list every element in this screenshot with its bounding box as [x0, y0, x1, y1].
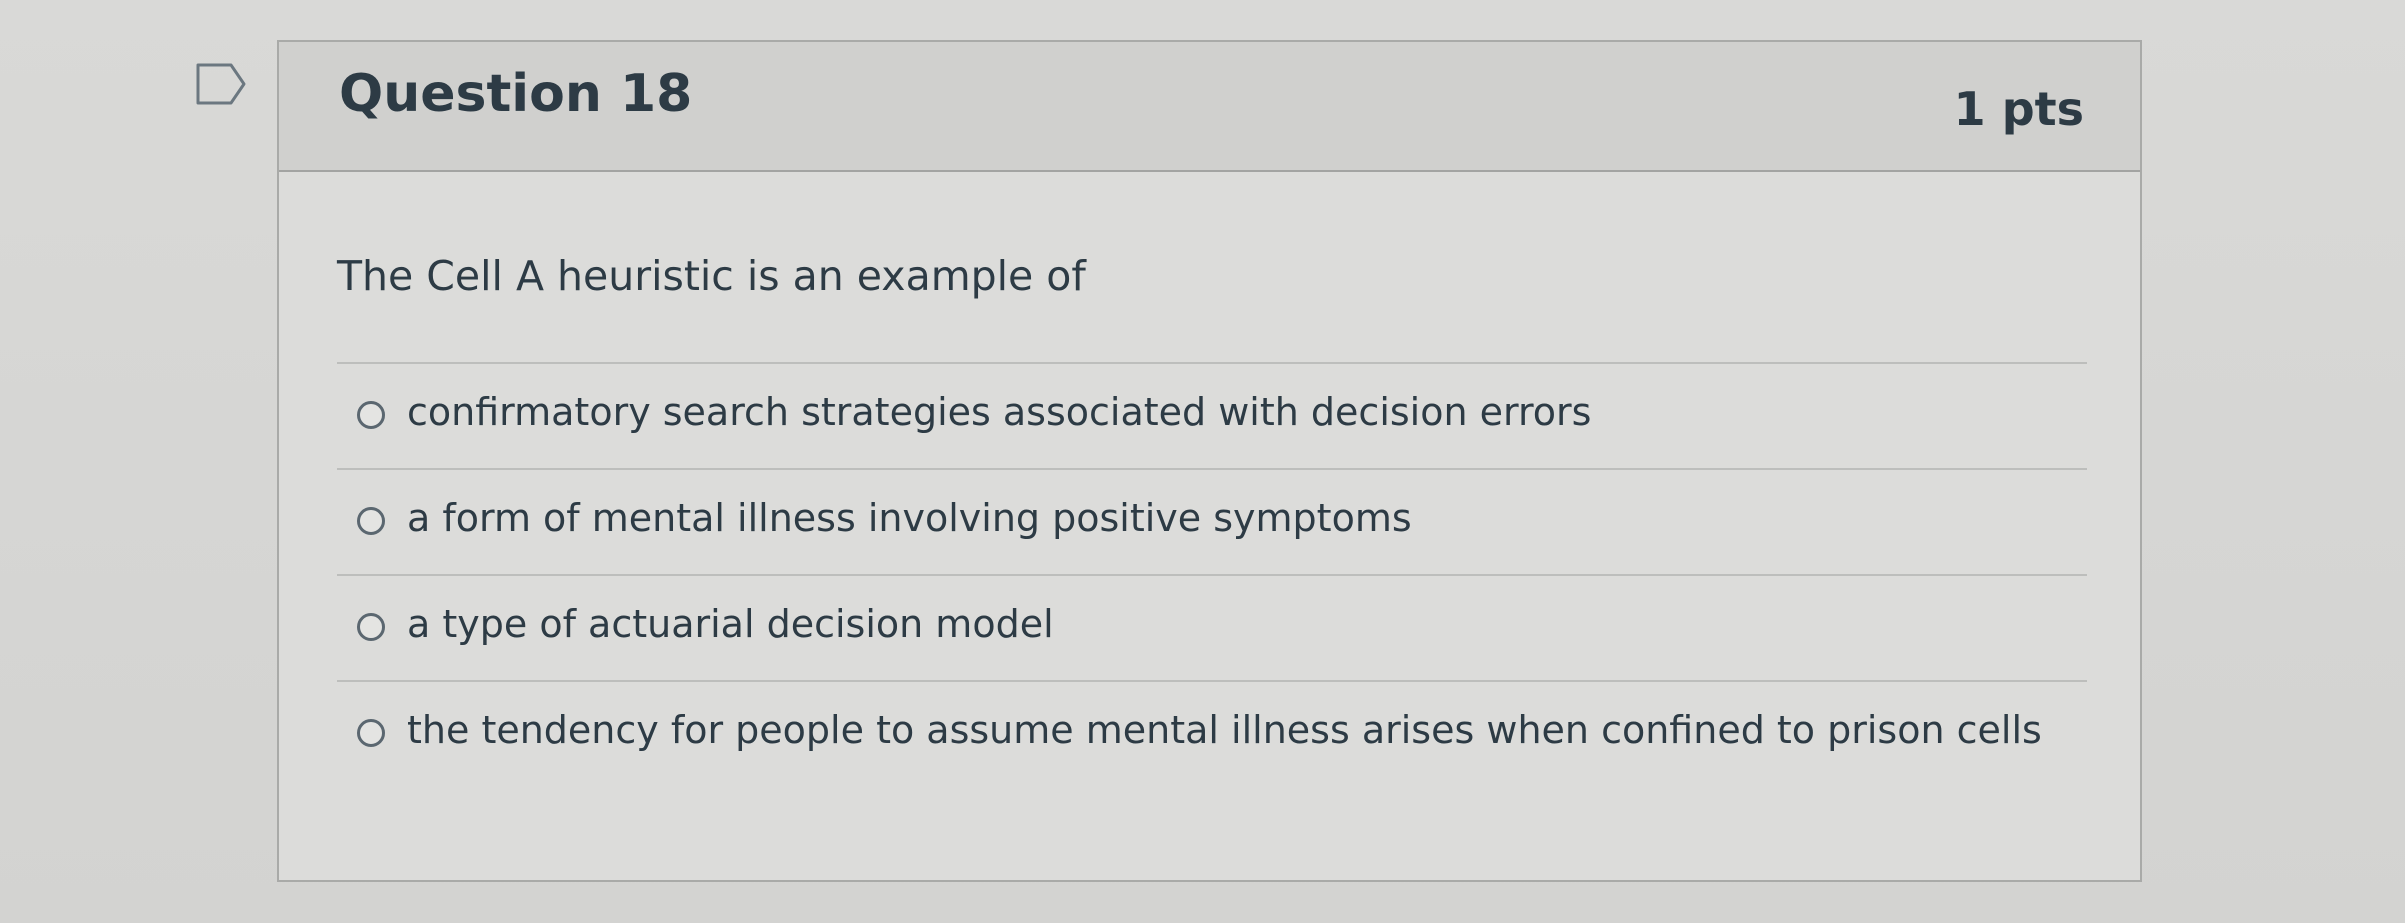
answer-label[interactable]: a form of mental illness involving posit… — [407, 496, 1412, 540]
answer-label[interactable]: the tendency for people to assume mental… — [407, 708, 2042, 752]
question-title: Question 18 — [339, 64, 693, 124]
answer-option[interactable]: a form of mental illness involving posit… — [337, 470, 2087, 576]
flag-question-icon[interactable] — [195, 62, 247, 106]
answer-label[interactable]: a type of actuarial decision model — [407, 602, 1054, 646]
radio-button[interactable] — [357, 719, 385, 747]
answer-list: confirmatory search strategies associate… — [337, 362, 2087, 788]
answer-option[interactable]: a type of actuarial decision model — [337, 576, 2087, 682]
quiz-page: Question 18 1 pts The Cell A heuristic i… — [0, 0, 2405, 923]
answer-option[interactable]: the tendency for people to assume mental… — [337, 682, 2087, 788]
question-text: The Cell A heuristic is an example of — [337, 252, 1086, 300]
radio-button[interactable] — [357, 613, 385, 641]
radio-button[interactable] — [357, 507, 385, 535]
question-points: 1 pts — [1953, 82, 2084, 136]
radio-button[interactable] — [357, 401, 385, 429]
question-header: Question 18 1 pts — [279, 42, 2140, 172]
question-card: Question 18 1 pts The Cell A heuristic i… — [277, 40, 2142, 882]
answer-label[interactable]: confirmatory search strategies associate… — [407, 390, 1591, 434]
answer-option[interactable]: confirmatory search strategies associate… — [337, 364, 2087, 470]
